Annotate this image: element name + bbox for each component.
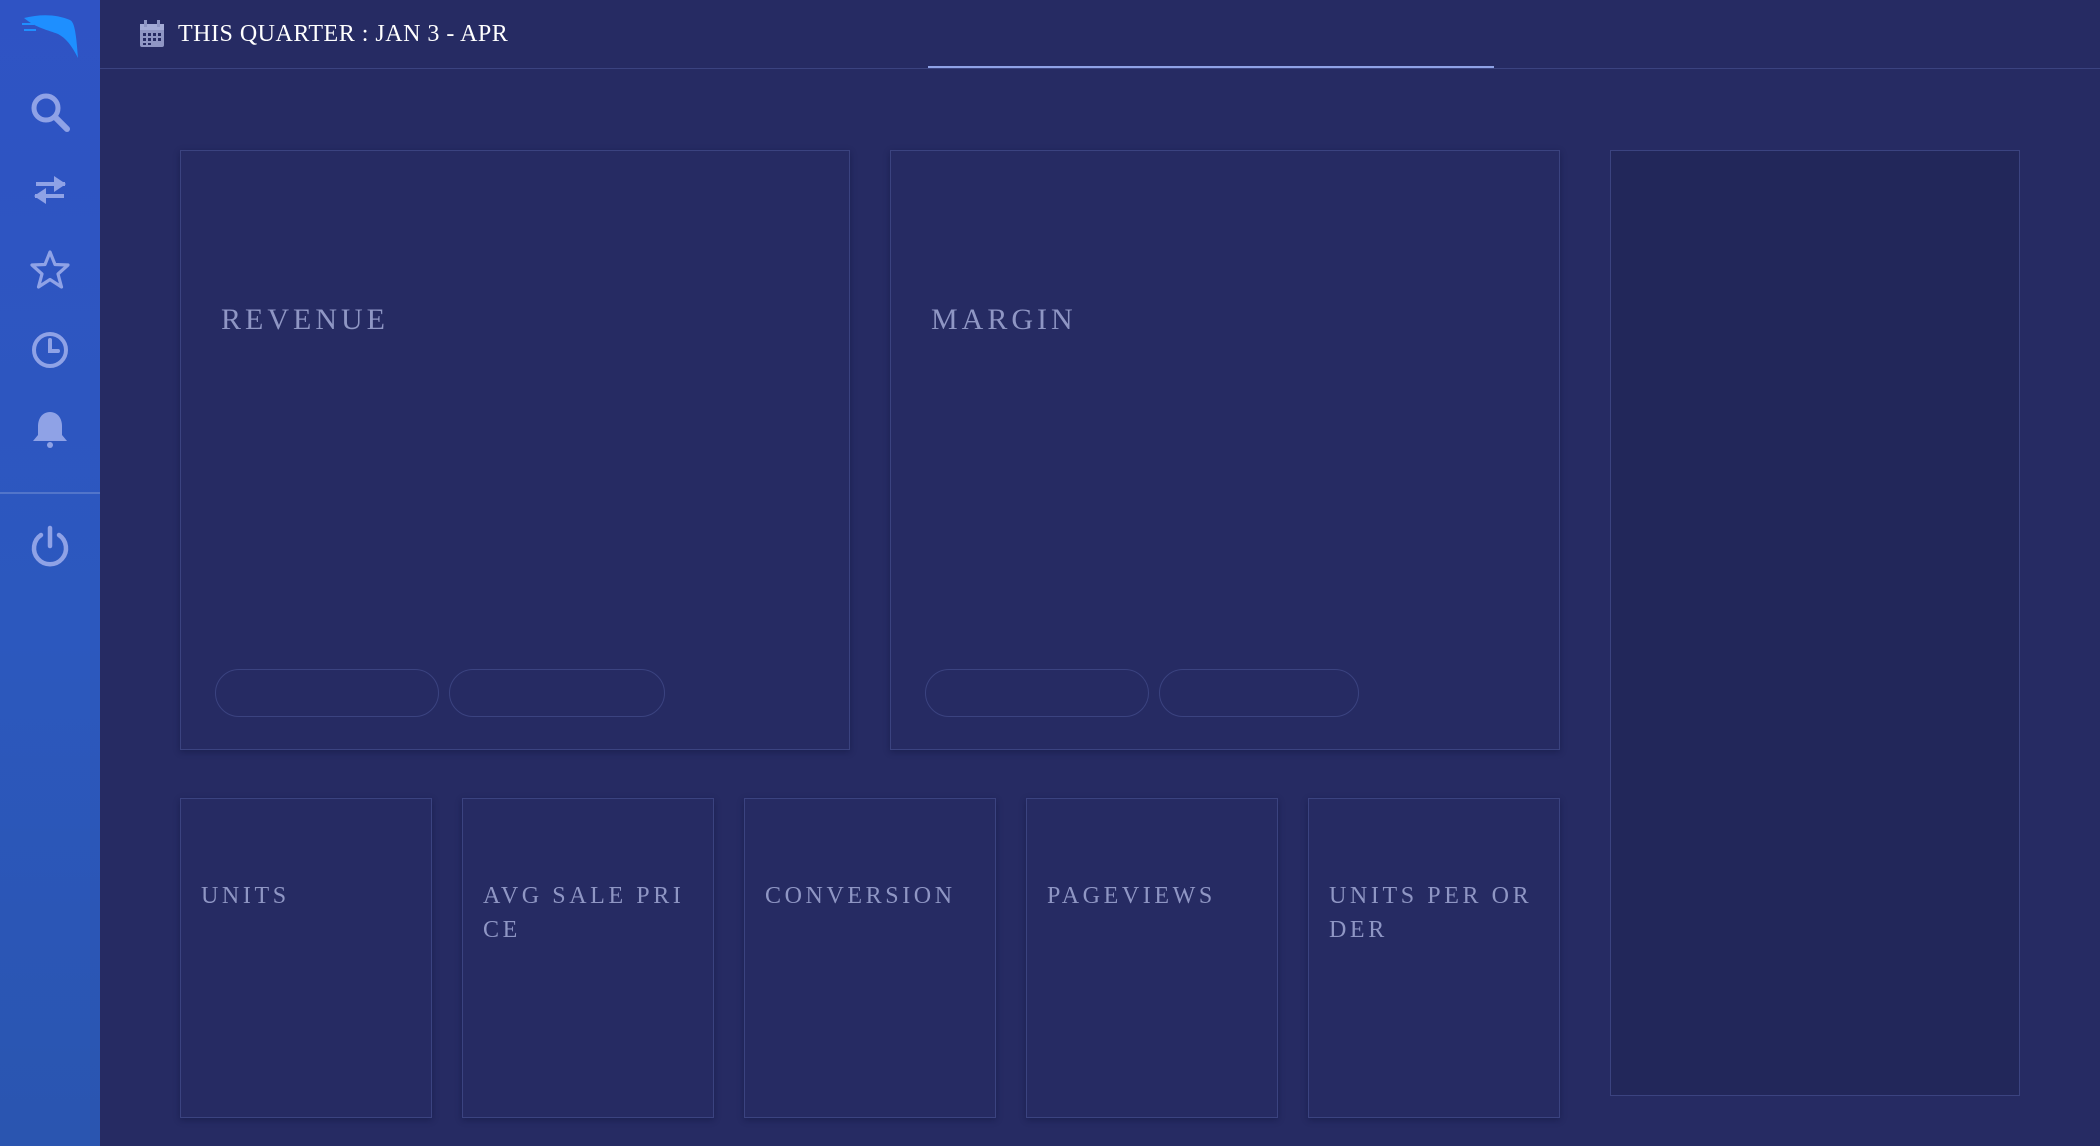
margin-placeholder-button-1[interactable] (925, 669, 1149, 717)
margin-card[interactable]: MARGIN (890, 150, 1560, 750)
dashboard-app: THIS QUARTER : JAN 3 - APR REVENUE MARGI… (0, 0, 2100, 1146)
date-range-label: THIS QUARTER : JAN 3 - APR (178, 20, 509, 47)
card-title-avg-sale-price: AVG SALE PRICE (483, 883, 685, 943)
sidebar-divider (0, 492, 100, 494)
card-title-conversion: CONVERSION (765, 883, 956, 909)
avg-sale-price-card[interactable]: AVG SALE PRICE (462, 798, 714, 1118)
top-bar: THIS QUARTER : JAN 3 - APR (100, 0, 2100, 69)
clock-icon (32, 332, 68, 368)
swap-arrows-icon (34, 176, 66, 204)
power-button[interactable] (0, 506, 100, 586)
sidebar-item-transfer[interactable] (0, 150, 100, 230)
search-icon (31, 93, 70, 132)
revenue-placeholder-button-2[interactable] (449, 669, 665, 717)
card-title-units: UNITS (201, 883, 290, 909)
boomerang-logo-icon (22, 15, 78, 58)
loading-indicator (928, 66, 1494, 68)
revenue-card[interactable]: REVENUE (180, 150, 850, 750)
card-title-revenue: REVENUE (221, 303, 389, 336)
pageviews-card[interactable]: PAGEVIEWS (1026, 798, 1278, 1118)
sidebar-item-search[interactable] (0, 72, 100, 152)
date-range-selector[interactable]: THIS QUARTER : JAN 3 - APR (138, 16, 508, 52)
star-icon (30, 250, 70, 289)
app-logo[interactable] (20, 10, 80, 60)
units-card[interactable]: UNITS (180, 798, 432, 1118)
power-icon (31, 525, 69, 567)
right-panel (1610, 150, 2020, 1096)
conversion-card[interactable]: CONVERSION (744, 798, 996, 1118)
bell-icon (33, 412, 67, 448)
card-title-margin: MARGIN (931, 303, 1077, 336)
margin-placeholder-button-2[interactable] (1159, 669, 1359, 717)
units-per-order-card[interactable]: UNITS PER ORDER (1308, 798, 1560, 1118)
sidebar-item-notifications[interactable] (0, 390, 100, 470)
sidebar-item-history[interactable] (0, 310, 100, 390)
card-title-units-per-order: UNITS PER ORDER (1329, 883, 1533, 943)
calendar-icon (140, 20, 164, 47)
sidebar (0, 0, 100, 1146)
revenue-placeholder-button-1[interactable] (215, 669, 439, 717)
sidebar-item-favorites[interactable] (0, 230, 100, 310)
card-title-pageviews: PAGEVIEWS (1047, 883, 1216, 909)
